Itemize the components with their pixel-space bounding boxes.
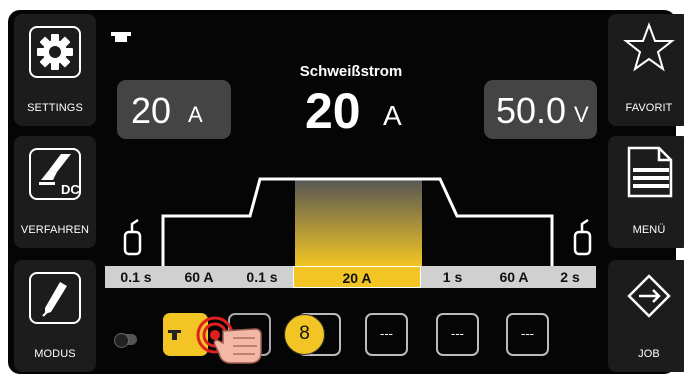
settings-button[interactable]: SETTINGS <box>14 14 96 126</box>
mode-button[interactable]: MODUS <box>14 260 96 372</box>
star-icon <box>623 22 675 72</box>
voltage-box-unit: V <box>574 102 589 127</box>
diamond-arrows-icon <box>627 274 671 318</box>
main-unit: A <box>383 100 402 131</box>
job-label: JOB <box>638 348 660 360</box>
process-indicator-icon <box>111 32 131 42</box>
param-1[interactable]: 60 A <box>167 266 231 288</box>
current-box[interactable]: 20 A <box>117 80 231 139</box>
page-title: Schweißstrom <box>299 63 403 80</box>
display-frame: SETTINGS DC VERFAHREN MODUS FAVORIT MENÜ… <box>8 10 684 374</box>
hand-pointer-icon <box>196 316 262 364</box>
document-icon <box>627 146 673 198</box>
voltage-box[interactable]: 50.0 V <box>484 80 597 139</box>
param-6[interactable]: 2 s <box>544 266 596 288</box>
menu-label: MENÜ <box>632 224 666 236</box>
torch-icon: DC <box>29 148 81 200</box>
gas-bottle-icon <box>123 218 142 256</box>
active-phase-highlight <box>295 179 422 266</box>
favorite-label: FAVORIT <box>625 102 673 114</box>
weld-curve <box>123 177 592 266</box>
welding-screen: SETTINGS DC VERFAHREN MODUS FAVORIT MENÜ… <box>0 0 684 381</box>
gas-bottle-icon <box>573 218 592 256</box>
settings-label: SETTINGS <box>27 102 83 114</box>
slot-4[interactable]: --- <box>436 313 479 356</box>
param-5[interactable]: 60 A <box>484 266 544 288</box>
toggle-knob <box>114 333 129 348</box>
current-box-unit: A <box>188 102 203 127</box>
voltage-box-value: 50.0 <box>496 90 567 131</box>
favorite-button[interactable]: FAVORIT <box>608 14 684 126</box>
callout-number: 8 <box>284 314 325 355</box>
param-3[interactable]: 20 A <box>293 266 421 288</box>
param-0[interactable]: 0.1 s <box>105 266 167 288</box>
main-area: 20 A Schweißstrom 20 A 50.0 V 0.1 s 60 A… <box>100 20 600 384</box>
param-2[interactable]: 0.1 s <box>231 266 293 288</box>
pen-icon <box>29 272 81 324</box>
current-box-value: 20 <box>131 90 172 131</box>
menu-button[interactable]: MENÜ <box>608 136 684 248</box>
job-button[interactable]: JOB <box>608 260 684 372</box>
toggle-switch[interactable] <box>114 333 137 348</box>
slot-5[interactable]: --- <box>506 313 549 356</box>
process-label: VERFAHREN <box>20 224 90 236</box>
gear-icon <box>29 26 81 78</box>
param-4[interactable]: 1 s <box>421 266 484 288</box>
mode-label: MODUS <box>34 348 76 360</box>
dc-badge: DC <box>61 182 79 197</box>
main-value: 20 <box>305 83 361 139</box>
slot-3[interactable]: --- <box>365 313 408 356</box>
process-button[interactable]: DC VERFAHREN <box>14 136 96 248</box>
